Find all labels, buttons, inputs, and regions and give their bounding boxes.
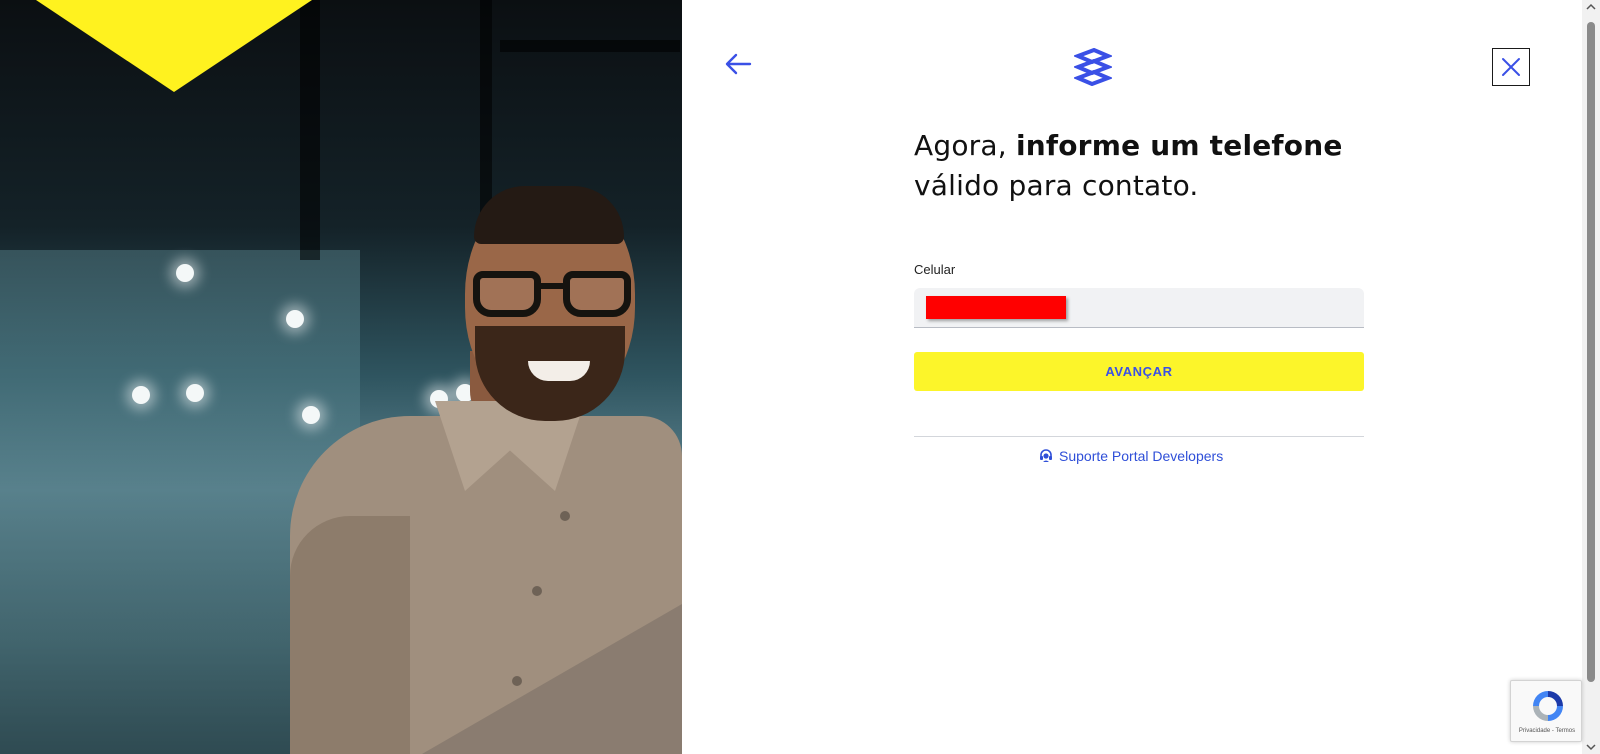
arrow-left-icon (725, 53, 752, 75)
recaptcha-badge[interactable]: Privacidade - Termos (1510, 680, 1582, 742)
scroll-down-icon[interactable] (1586, 742, 1596, 752)
shirt-button (560, 511, 570, 521)
recaptcha-icon (1533, 691, 1563, 721)
page-title: Agora, informe um telefone válido para c… (914, 126, 1384, 206)
ceiling-light (176, 264, 194, 282)
divider (914, 436, 1364, 437)
phone-field-wrapper (914, 288, 1364, 328)
ceiling-light (186, 384, 204, 402)
advance-button[interactable]: AVANÇAR (914, 352, 1364, 391)
bank-logo-icon (1072, 47, 1114, 87)
ceiling-beam (500, 40, 680, 52)
glasses-icon (473, 271, 643, 317)
close-icon (1502, 58, 1520, 76)
yellow-triangle-decoration (36, 0, 312, 92)
form-panel: Agora, informe um telefone válido para c… (682, 0, 1582, 754)
close-button[interactable] (1492, 48, 1530, 86)
support-label: Suporte Portal Developers (1059, 448, 1224, 464)
hero-image (0, 0, 682, 754)
phone-label: Celular (914, 262, 956, 277)
redaction-box (926, 296, 1066, 319)
shirt-shadow (290, 516, 410, 754)
scroll-thumb[interactable] (1587, 22, 1595, 682)
headline-bold: informe um telefone (1015, 129, 1343, 162)
ceiling-light (132, 386, 150, 404)
headline-suffix: válido para contato. (914, 169, 1199, 202)
hair (474, 186, 624, 244)
back-button[interactable] (720, 48, 756, 80)
shirt-button (532, 586, 542, 596)
headline-prefix: Agora, (914, 129, 1016, 162)
recaptcha-text[interactable]: Privacidade - Termos (1511, 728, 1583, 734)
support-link[interactable]: Suporte Portal Developers (1039, 448, 1223, 464)
shirt-button (512, 676, 522, 686)
scroll-up-icon[interactable] (1586, 2, 1596, 12)
scrollbar[interactable] (1582, 0, 1600, 754)
headset-icon (1040, 449, 1052, 462)
